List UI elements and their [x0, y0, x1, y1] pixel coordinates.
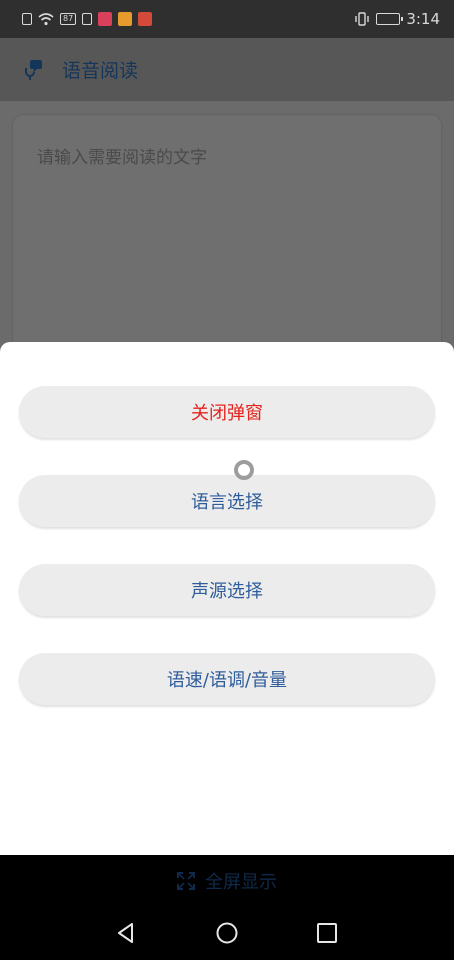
fullscreen-label: 全屏显示: [205, 872, 277, 893]
voice-source-button[interactable]: 声源选择: [19, 564, 435, 616]
wifi-icon: [38, 13, 54, 26]
app-notification-icon: [118, 12, 133, 26]
bottom-sheet: 关闭弹窗 语言选择 声源选择 语速/语调/音量: [0, 342, 454, 855]
recents-button[interactable]: [313, 919, 341, 947]
vibrate-icon: [355, 12, 370, 26]
status-bar: 87 3:14: [0, 0, 454, 38]
text-input-placeholder: 请输入需要阅读的文字: [37, 148, 207, 168]
status-time: 3:14: [406, 10, 440, 28]
voice-message-icon: [25, 59, 42, 80]
home-circle-icon: [216, 922, 238, 944]
fullscreen-icon: [177, 872, 195, 890]
page-title: 语音阅读: [62, 60, 139, 82]
loading-spinner: [234, 460, 254, 480]
back-triangle-icon: [118, 923, 133, 943]
battery-icon: [376, 13, 404, 25]
language-select-button[interactable]: 语言选择: [19, 475, 435, 527]
home-button[interactable]: [213, 919, 241, 947]
system-nav-bar: [0, 907, 454, 960]
back-button[interactable]: [112, 919, 140, 947]
app-bar: 语音阅读: [0, 38, 454, 101]
fullscreen-bar[interactable]: 全屏显示: [0, 855, 454, 907]
net-speed-badge: 87: [60, 13, 77, 25]
status-left-icons: 87: [22, 12, 153, 26]
speed-pitch-volume-button[interactable]: 语速/语调/音量: [19, 653, 435, 705]
app-notification-icon: [98, 12, 113, 26]
app-notification-icon: [138, 12, 153, 26]
notification-icon: [22, 13, 32, 25]
recents-square-icon: [317, 923, 337, 943]
sim-icon: [82, 13, 93, 25]
status-right-icons: 3:14: [354, 10, 440, 28]
close-dialog-button[interactable]: 关闭弹窗: [19, 386, 435, 438]
